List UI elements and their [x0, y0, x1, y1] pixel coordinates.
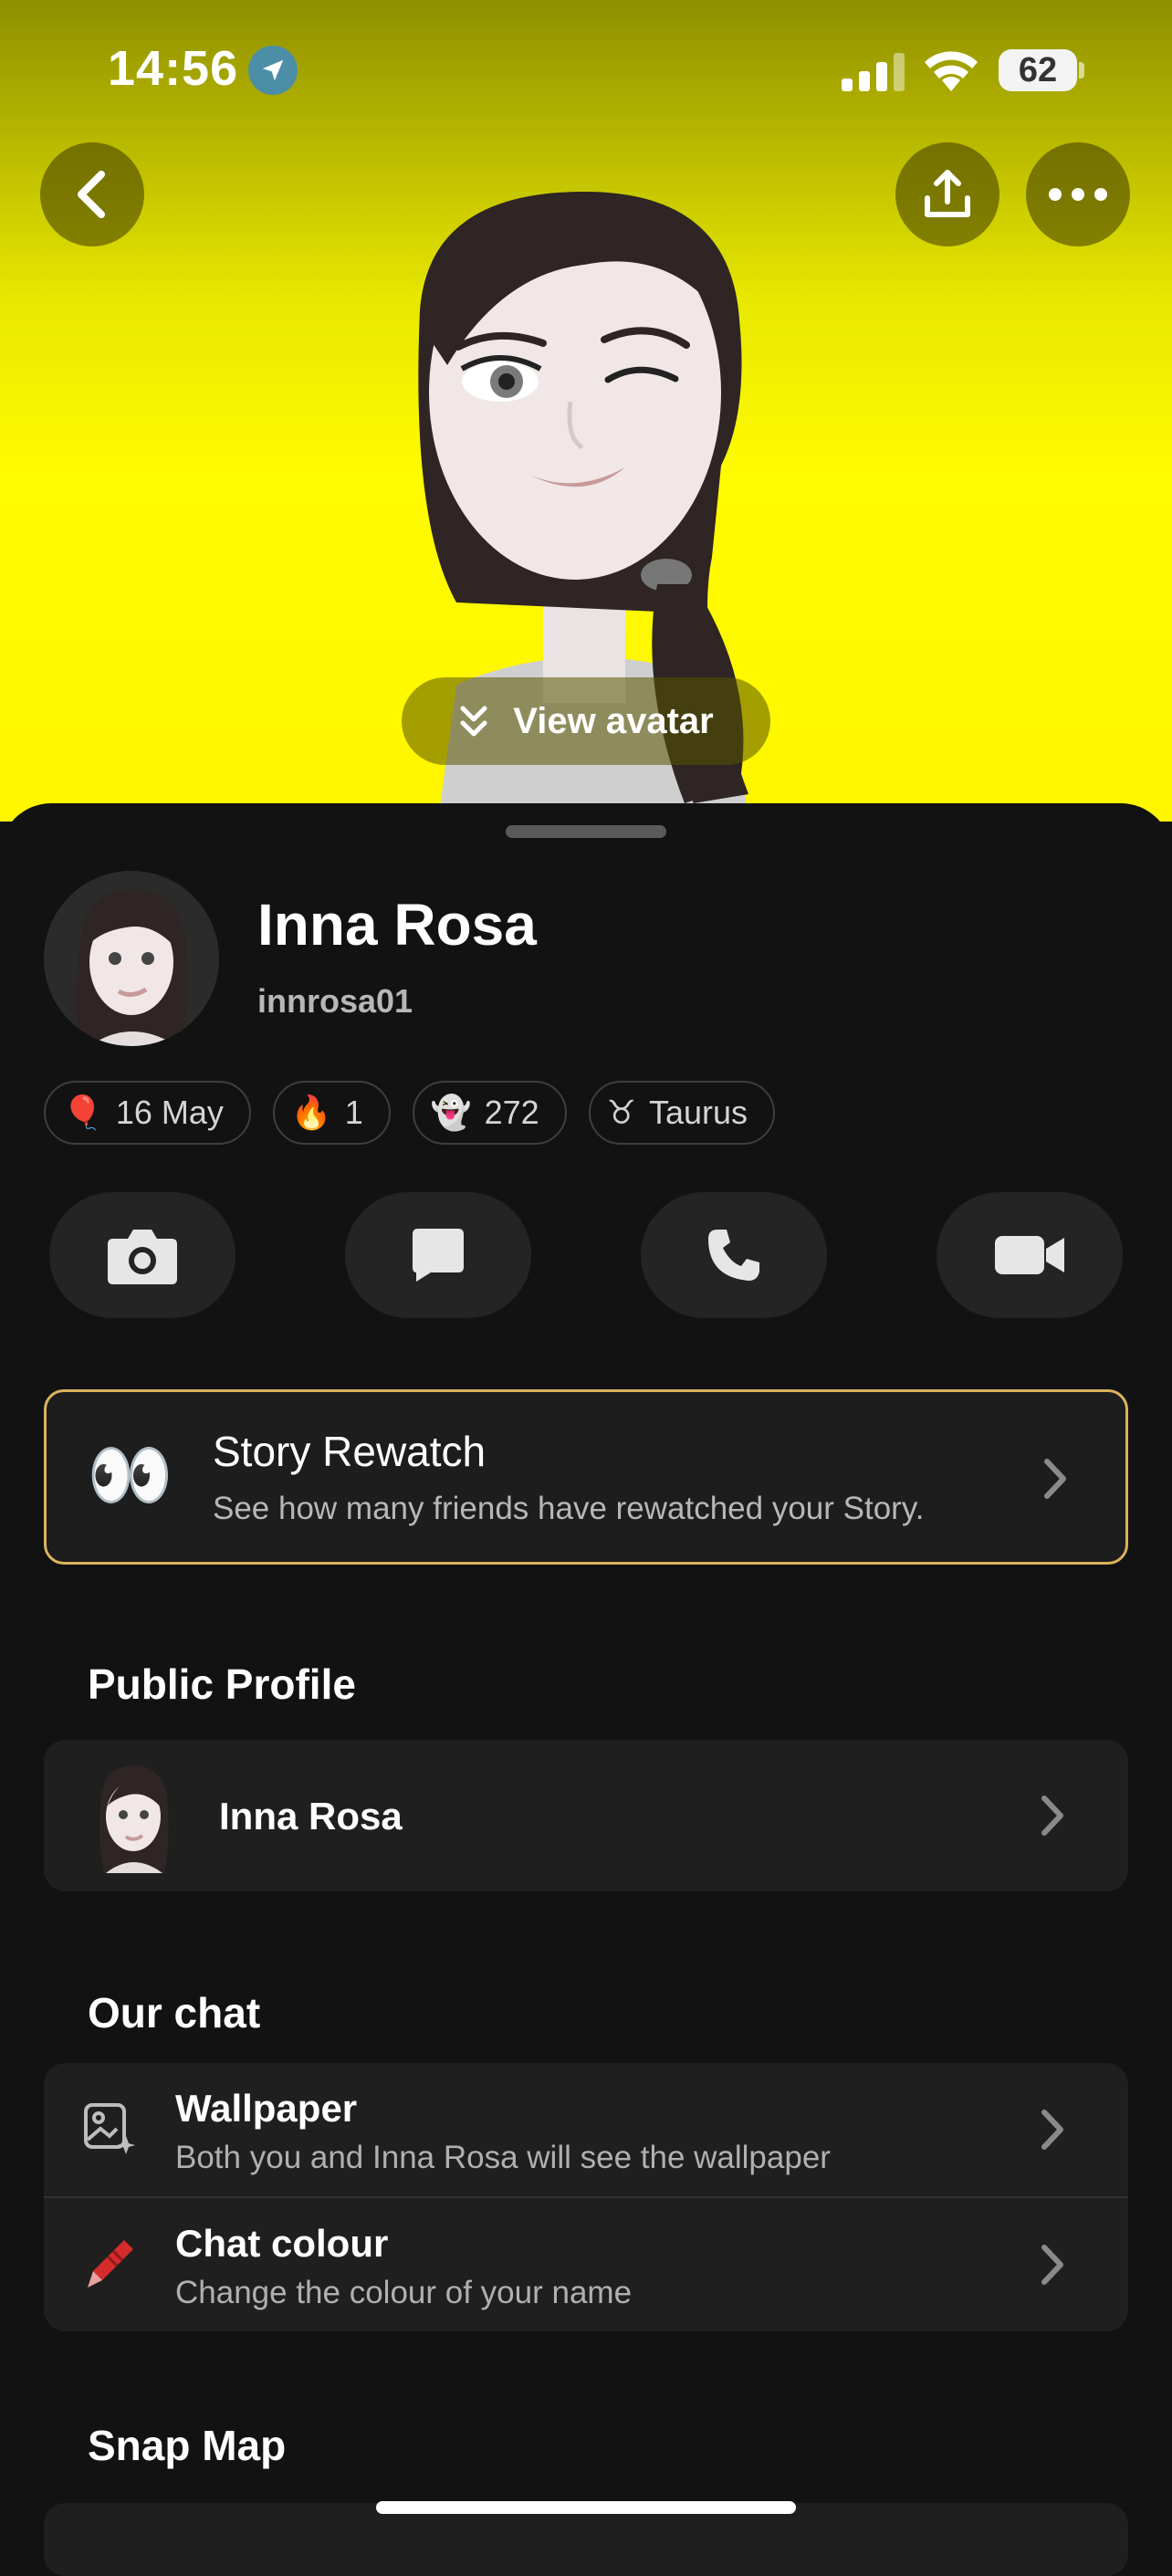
share-button[interactable] — [895, 142, 999, 246]
wallpaper-row[interactable]: Wallpaper Both you and Inna Rosa will se… — [44, 2063, 1128, 2196]
our-chat-card: Wallpaper Both you and Inna Rosa will se… — [44, 2063, 1128, 2331]
snap-map-card[interactable] — [44, 2503, 1128, 2576]
story-rewatch-card[interactable]: 👀 Story Rewatch See how many friends hav… — [44, 1389, 1128, 1565]
zodiac-label: Taurus — [648, 1094, 748, 1131]
chat-button[interactable] — [345, 1192, 531, 1318]
our-chat-section-title: Our chat — [88, 1989, 261, 2037]
share-icon — [925, 170, 970, 217]
snap-map-section-title: Snap Map — [88, 2422, 287, 2469]
chevron-right-icon — [1044, 1459, 1066, 1499]
camera-icon — [108, 1230, 177, 1284]
public-profile-section-title: Public Profile — [88, 1660, 356, 1708]
snapscore-icon: 👻 — [430, 1094, 472, 1131]
birthday-label: 16 May — [115, 1094, 224, 1131]
profile-avatar[interactable] — [44, 871, 219, 1046]
zodiac-chip[interactable]: ♉ Taurus — [588, 1081, 775, 1145]
snapscore-chip[interactable]: 👻 272 — [412, 1081, 567, 1145]
battery-cap — [1079, 62, 1084, 79]
location-arrow-icon — [248, 46, 298, 95]
snapscore-value: 272 — [484, 1094, 539, 1131]
home-indicator[interactable] — [376, 2501, 796, 2514]
profile-avatar-image — [44, 871, 219, 1046]
status-time: 14:56 — [108, 41, 239, 96]
ellipsis-icon — [1049, 188, 1107, 201]
eyes-icon: 👀 — [87, 1437, 173, 1514]
sheet-grabber[interactable] — [506, 825, 666, 838]
wallpaper-title: Wallpaper — [175, 2087, 358, 2130]
call-button[interactable] — [641, 1192, 827, 1318]
chat-colour-subtitle: Change the colour of your name — [175, 2275, 633, 2310]
balloon-icon: 🎈 — [62, 1094, 103, 1131]
chevron-right-icon — [1041, 2245, 1063, 2285]
story-rewatch-title: Story Rewatch — [213, 1428, 487, 1475]
profile-name: Inna Rosa — [257, 892, 537, 958]
chevron-right-icon — [1041, 1796, 1063, 1836]
phone-icon — [708, 1230, 759, 1281]
camera-button[interactable] — [49, 1192, 235, 1318]
action-buttons — [49, 1192, 1123, 1318]
streak-count: 1 — [344, 1094, 363, 1131]
avatar-hero: 14:56 62 View avatar — [0, 0, 1172, 822]
chat-bubble-icon — [413, 1229, 464, 1282]
birthday-chip[interactable]: 🎈 16 May — [44, 1081, 251, 1145]
public-profile-name: Inna Rosa — [219, 1795, 403, 1838]
chat-colour-row[interactable]: Chat colour Change the colour of your na… — [44, 2198, 1128, 2331]
video-camera-icon — [995, 1236, 1064, 1274]
back-button[interactable] — [40, 142, 144, 246]
profile-chips: 🎈 16 May 🔥 1 👻 272 ♉ Taurus — [44, 1081, 775, 1145]
wallpaper-subtitle: Both you and Inna Rosa will see the wall… — [175, 2140, 831, 2175]
crayon-icon — [88, 2240, 133, 2288]
status-bar: 14:56 62 — [0, 0, 1172, 137]
profile-username: innrosa01 — [257, 982, 413, 1020]
more-options-button[interactable] — [1026, 142, 1130, 246]
story-rewatch-subtitle: See how many friends have rewatched your… — [213, 1491, 925, 1526]
chevron-right-icon — [1041, 2110, 1063, 2150]
double-chevron-down-icon — [460, 706, 487, 737]
view-avatar-label: View avatar — [513, 700, 714, 741]
view-avatar-button[interactable]: View avatar — [402, 677, 770, 765]
public-profile-avatar — [99, 1765, 169, 1873]
battery-indicator: 62 — [999, 49, 1077, 91]
fire-icon: 🔥 — [290, 1094, 332, 1131]
chat-colour-title: Chat colour — [175, 2222, 389, 2265]
wallpaper-icon — [84, 2103, 135, 2154]
public-profile-card[interactable]: Inna Rosa — [44, 1740, 1128, 1891]
cellular-signal-icon — [842, 53, 905, 91]
streak-chip[interactable]: 🔥 1 — [272, 1081, 391, 1145]
chevron-left-icon — [78, 171, 105, 218]
wifi-icon — [925, 51, 978, 91]
profile-sheet: Inna Rosa innrosa01 🎈 16 May 🔥 1 👻 272 ♉… — [0, 803, 1172, 2576]
taurus-icon: ♉ — [606, 1094, 636, 1131]
video-call-button[interactable] — [937, 1192, 1123, 1318]
